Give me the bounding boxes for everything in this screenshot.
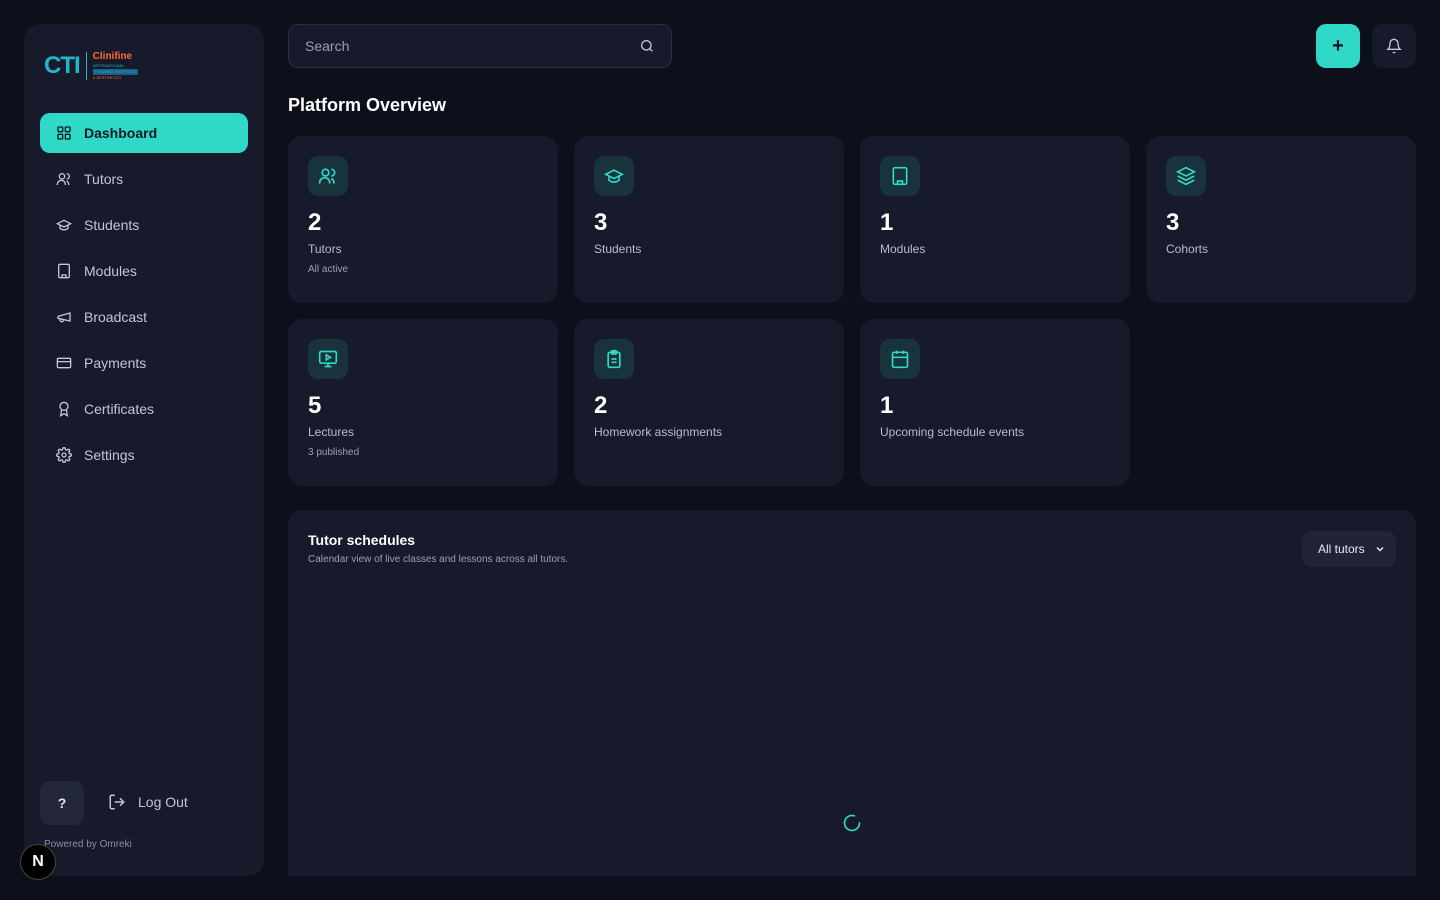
sidebar-item-label: Modules (84, 263, 137, 279)
stat-card-lectures[interactable]: 5 Lectures 3 published (288, 319, 558, 486)
search-input[interactable] (305, 38, 639, 54)
sidebar-item-modules[interactable]: Modules (40, 251, 248, 291)
loading-spinner-icon (843, 814, 861, 832)
stat-label: Homework assignments (594, 425, 723, 440)
stat-value: 2 (308, 209, 322, 236)
logout-label: Log Out (138, 794, 188, 810)
logo-name: Clinifine (92, 51, 133, 62)
tutor-schedules-panel: Tutor schedules Calendar view of live cl… (288, 510, 1416, 876)
stat-label: Tutors (308, 242, 342, 257)
stat-value: 5 (308, 392, 322, 419)
stat-card-schedule-events[interactable]: 1 Upcoming schedule events (860, 319, 1130, 486)
help-button[interactable]: ? (40, 781, 84, 825)
tutor-filter-select[interactable]: All tutors (1302, 531, 1396, 567)
brand-logo[interactable]: CTI Clinifine INTERNATIONAL TRAINING INS… (44, 52, 138, 80)
stat-card-homework[interactable]: 2 Homework assignments (574, 319, 844, 486)
section-title: Tutor schedules (308, 532, 416, 548)
sidebar-item-settings[interactable]: Settings (40, 435, 248, 475)
award-icon (59, 401, 69, 417)
users-icon (56, 173, 70, 185)
stat-card-cohorts[interactable]: 3 Cohorts (1146, 136, 1416, 303)
stat-value: 3 (594, 209, 608, 236)
sidebar-item-label: Broadcast (84, 309, 148, 325)
page-title: Platform Overview (288, 95, 447, 115)
sidebar-item-label: Payments (84, 355, 147, 371)
search-icon[interactable] (639, 38, 655, 54)
search-bar (288, 24, 672, 68)
sidebar-item-students[interactable]: Students (40, 205, 248, 245)
powered-by: Powered by Omreki (44, 839, 132, 850)
card-icon (1166, 156, 1206, 196)
logo-line2: INTERNATIONAL (92, 63, 125, 68)
sidebar-item-label: Tutors (84, 171, 124, 187)
stat-label: Lectures (308, 425, 355, 440)
stat-value: 1 (880, 209, 894, 236)
layers-icon (1176, 166, 1196, 186)
credit-card-icon (56, 357, 72, 369)
calendar-icon (891, 350, 909, 369)
stat-label: Students (594, 242, 642, 257)
clipboard-icon (607, 349, 621, 369)
users-icon (318, 168, 336, 184)
stat-card-students[interactable]: 3 Students (574, 136, 844, 303)
notifications-button[interactable] (1372, 24, 1416, 68)
logo-line4: & AESTHETICS (92, 75, 122, 80)
stat-label: Upcoming schedule events (880, 425, 1025, 440)
stat-value: 1 (880, 392, 894, 419)
graduation-cap-icon (56, 219, 72, 231)
sidebar-nav: Dashboard Tutors Students Modules Broadc… (40, 113, 248, 481)
stat-label: Cohorts (1166, 242, 1209, 257)
megaphone-icon (57, 312, 71, 323)
sidebar-item-broadcast[interactable]: Broadcast (40, 297, 248, 337)
sidebar-item-certificates[interactable]: Certificates (40, 389, 248, 429)
presentation-icon (318, 350, 338, 368)
add-button[interactable]: + (1316, 24, 1360, 68)
stat-card-tutors[interactable]: 2 Tutors All active (288, 136, 558, 303)
stat-value: 3 (1166, 209, 1180, 236)
logo-wordmark: Clinifine INTERNATIONAL TRAINING INSTITU… (92, 51, 138, 80)
tutor-filter-value: All tutors (1318, 542, 1365, 556)
card-icon (594, 339, 634, 379)
building-icon (58, 263, 70, 279)
sidebar-item-label: Dashboard (84, 125, 158, 141)
sidebar-item-tutors[interactable]: Tutors (40, 159, 248, 199)
stat-label: Modules (880, 242, 926, 257)
logo-divider (85, 52, 87, 80)
chevron-down-icon (1376, 546, 1384, 552)
stat-sub: All active (308, 264, 349, 276)
sidebar-item-payments[interactable]: Payments (40, 343, 248, 383)
sidebar: CTI Clinifine INTERNATIONAL TRAINING INS… (24, 24, 264, 876)
logout-button[interactable]: Log Out (108, 793, 188, 811)
sidebar-item-label: Students (84, 217, 140, 233)
card-icon (594, 156, 634, 196)
sidebar-item-label: Settings (84, 447, 135, 463)
gear-icon (56, 447, 72, 463)
bell-icon (1386, 38, 1402, 54)
stat-value: 2 (594, 392, 608, 419)
card-icon (880, 156, 920, 196)
stat-sub: 3 published (308, 447, 360, 459)
logout-icon (109, 794, 125, 810)
next-dev-badge[interactable]: N (20, 844, 56, 880)
card-icon (308, 339, 348, 379)
section-subtitle: Calendar view of live classes and lesson… (308, 554, 569, 565)
sidebar-item-dashboard[interactable]: Dashboard (40, 113, 248, 153)
graduation-cap-icon (604, 169, 624, 183)
card-icon (880, 339, 920, 379)
logo-mark: CTI (44, 52, 81, 79)
stat-card-modules[interactable]: 1 Modules (860, 136, 1130, 303)
sidebar-item-label: Certificates (84, 401, 155, 417)
grid-icon (57, 126, 71, 140)
card-icon (308, 156, 348, 196)
building-icon (892, 166, 908, 186)
